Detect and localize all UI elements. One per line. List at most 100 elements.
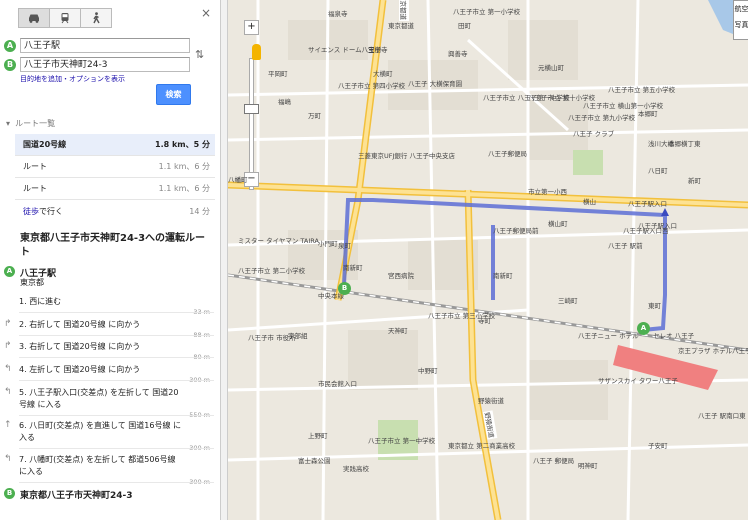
step-text: 3. 右折して 国道20号線 に向かう [19,341,184,353]
route-distance: 14 分 [189,206,210,216]
map-place-label: 八王子 大横保育園 [408,80,463,88]
divider [19,357,214,358]
travel-mode-group [18,8,112,28]
mode-car-button[interactable] [18,8,50,28]
map-place-label: 八王子郵便局前 [493,227,539,235]
map-place-label: 八王子駅入口 [628,200,667,208]
step-desc: 右折して 国道20号線 に向かう [29,342,141,351]
route-option[interactable]: ルート 1.1 km、6 分 [15,178,215,200]
map-place-label: 八日町 [648,167,668,175]
map-place-label: 明神町 [578,462,598,470]
search-button[interactable]: 検索 [156,84,191,105]
map-place-label: 三崎町 [558,297,578,305]
map-place-label: 八王子駅入口 [638,222,677,230]
map-place-label: 宝樹寺 [368,46,388,54]
step-text: 1. 西に進む [19,296,184,308]
origin-input[interactable]: 八王子駅 [20,38,190,53]
marker-a-icon: A [4,40,16,52]
step-num: 3. [19,342,27,351]
map-place-label: ミスター タイヤマン TAIRA [238,237,319,245]
turn-left-icon: ↰ [4,387,12,397]
map-place-label: 市立第一小西 [528,188,567,196]
route-option[interactable]: ルート 1.1 km、6 分 [15,156,215,178]
map-place-label: 八王子 駅南口東 [698,412,746,420]
map-place-label: 東京都道 [388,22,414,30]
map-place-label: 横山 [583,198,596,206]
route-distance: 1.1 km、6 分 [158,184,210,193]
map-place-label: 宇部組 [288,332,308,340]
marker-b-icon: B [4,59,16,71]
start-sub: 東京都 [20,278,44,287]
map-place-label: 八王子市立 第一中学校 [368,437,436,445]
route-option-walk[interactable]: 徒歩で行く 14 分 [15,200,215,222]
map-place-label: 本郷町 [638,110,658,118]
step-desc: 西に進む [29,297,62,306]
waypoint-b: B 八王子市天神町24-3 [4,57,190,75]
map-place-label: 八幡町 [228,176,248,184]
collapse-triangle-icon: ▾ [6,119,11,128]
step-num: 5. [19,388,27,397]
map-place-label: 田町 [458,22,471,30]
map-place-label: 京王プラザ ホテル八王子 [678,347,748,355]
options-link[interactable]: 目的地を追加・オプションを表示 [20,74,125,84]
map-place-label: 泉町 [338,242,351,250]
zoom-knob[interactable] [244,104,259,114]
map-place-label: 野猿街道 [478,397,504,405]
map-place-label: 八王子市立 第五小学校 [608,86,676,94]
pegman-icon[interactable] [252,44,261,60]
turn-right-icon: ↱ [4,319,12,329]
routes-header-label: ルート一覧 [15,119,56,128]
step-num: 4. [19,365,27,374]
map-place-label: 新町 [688,177,701,185]
step-num: 2. [19,320,27,329]
train-icon [61,13,69,24]
map-place-label: 八王子郵便局 [488,150,527,158]
step-text: 4. 左折して 国道20号線 に向かう [19,364,184,376]
map-place-label: 天神町 [388,327,408,335]
map-place-label: 平岡町 [268,70,288,78]
map-place-label: 東町 [648,302,661,310]
route-name: 国道20号線 [23,140,67,149]
map-place-label: 八王子市立 第一小学校 [453,8,521,16]
map-place-label: 八王子市立 第九小学校 [568,114,636,122]
map-place-label: 八王子市立 第四小学校 [338,82,406,90]
map-place-label: 万町 [308,112,321,120]
route-distance: 1.1 km、6 分 [158,162,210,171]
map-canvas[interactable]: + − 航空写真 福泉寺 八王子市立 第一小学校 東京都道 田町 サイエンス ドーム八王… [228,0,748,520]
step-text: 7. 八幡町(交差点) を左折して 都道506号線 に入る [19,454,184,478]
map-place-label: 八王子ニュー ホテル [578,332,639,340]
step-text: 6. 八日町(交差点) を直進して 国道16号線 に入る [19,420,184,444]
panel-splitter[interactable] [220,0,228,520]
map-place-label: 横山町 [548,220,568,228]
map-place-label: 福泉寺 [328,10,348,18]
step-desc: 八幡町(交差点) を左折して 都道506号線 に入る [19,455,176,476]
mode-transit-button[interactable] [49,8,81,28]
divider [19,448,214,449]
destination-input[interactable]: 八王子市天神町24-3 [20,57,190,72]
route-option[interactable]: 国道20号線 1.8 km、5 分 [15,134,215,156]
step-num: 7. [19,455,27,464]
marker-b-icon[interactable]: B [338,282,351,295]
walk-link[interactable]: 徒歩 [23,207,39,216]
map-place-label: 実践高校 [343,465,369,473]
walk-rest: で行く [39,206,63,216]
marker-a-icon[interactable]: A [637,322,650,335]
zoom-in-button[interactable]: + [244,20,259,35]
map-type-button[interactable]: 航空写真 [733,0,748,40]
map-place-label: 富士森公園 [298,457,331,465]
map-place-label: 寺町 [478,317,491,325]
divider [19,335,214,336]
mode-walk-button[interactable] [80,8,112,28]
map-place-label: 上野町 [308,432,328,440]
close-icon[interactable]: × [201,6,211,20]
divider [19,380,214,381]
route-name: 徒歩で行く [23,206,189,217]
step-text: 5. 八王子駅入口(交差点) を左折して 国道20号線 に入る [19,387,184,411]
zoom-slider[interactable] [249,58,254,190]
end-name: 東京都八王子市天神町24-3 [20,491,133,501]
map-place-label: 東京都立 第二商業高校 [448,442,516,450]
route-distance: 1.8 km、5 分 [155,140,210,149]
step-desc: 右折して 国道20号線 に向かう [29,320,141,329]
swap-icon[interactable]: ⇅ [195,48,204,61]
routes-header[interactable]: ▾ ルート一覧 [6,118,55,129]
